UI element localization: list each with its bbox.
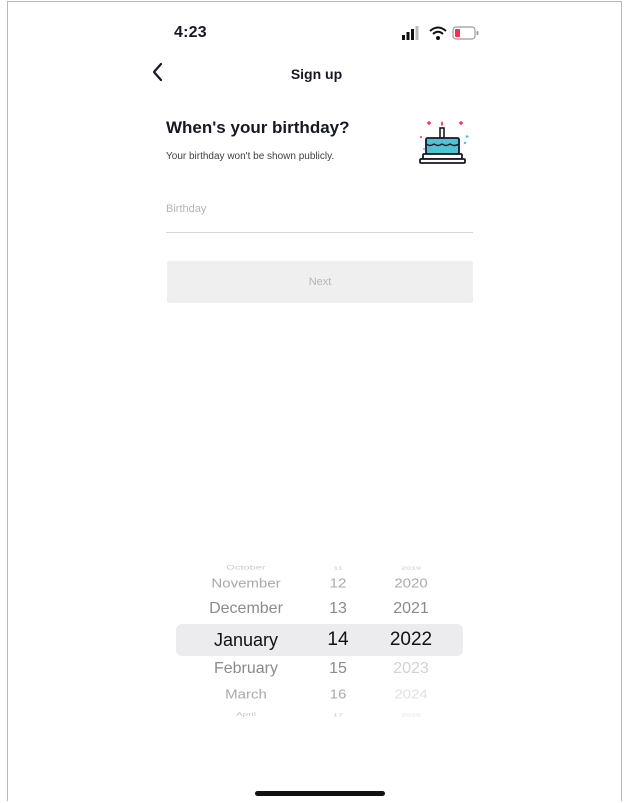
picker-day: 15 — [329, 660, 347, 677]
picker-row[interactable]: November 12 2020 — [170, 572, 470, 596]
status-time: 4:23 — [174, 24, 207, 41]
picker-year: 2021 — [393, 600, 429, 617]
wifi-icon — [429, 26, 447, 40]
birthday-cake-icon — [415, 113, 475, 173]
picker-row[interactable]: April 17 2025 — [170, 703, 470, 727]
picker-year: 2025 — [400, 712, 422, 718]
birthday-heading: When's your birthday? — [166, 118, 350, 137]
picker-month: December — [209, 600, 283, 617]
birthday-field[interactable]: Birthday — [166, 196, 473, 233]
birthday-placeholder: Birthday — [166, 203, 207, 215]
next-button[interactable]: Next — [167, 261, 473, 303]
picker-month: April — [235, 711, 256, 718]
picker-month: November — [211, 576, 281, 591]
page-title: Sign up — [290, 66, 343, 82]
picker-day: 14 — [327, 629, 349, 650]
date-picker-wheel[interactable]: October 11 2019 November 12 2020 December 13 202… — [170, 548, 470, 728]
picker-day: 13 — [329, 600, 347, 617]
battery-low-icon — [452, 26, 479, 40]
picker-month: February — [213, 660, 279, 677]
status-icons — [402, 24, 479, 42]
picker-row[interactable]: February 15 2023 — [170, 657, 470, 681]
home-indicator[interactable] — [255, 791, 385, 796]
picker-year: 2023 — [393, 660, 429, 677]
picker-day: 12 — [329, 576, 347, 591]
birthday-subtitle: Your birthday won't be shown publicly. — [166, 151, 335, 162]
picker-year: 2022 — [389, 629, 433, 650]
picker-month: January — [213, 630, 279, 650]
picker-day: 17 — [332, 712, 343, 718]
picker-row-selected[interactable]: January 14 2022 — [170, 628, 470, 652]
picker-row[interactable]: December 13 2021 — [170, 597, 470, 621]
picker-year: 2020 — [394, 576, 428, 591]
